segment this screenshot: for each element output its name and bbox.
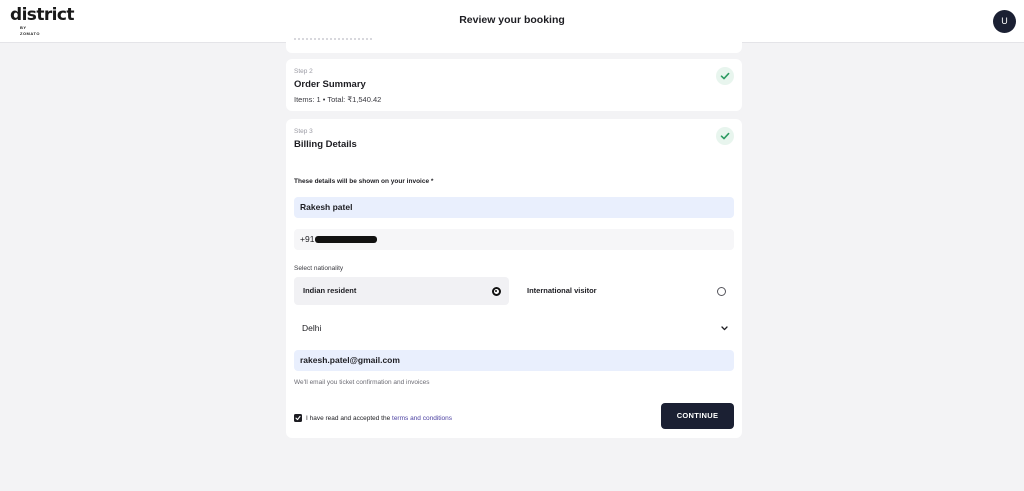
step-3-card: Step 3 Billing Details These details wil… [286, 119, 742, 438]
invoice-hint: These details will be shown on your invo… [294, 178, 434, 185]
email-field[interactable]: rakesh.patel@gmail.com [294, 350, 734, 371]
checkbox-icon[interactable] [294, 414, 302, 423]
step-1-faded-text [294, 37, 372, 40]
option-indian-resident[interactable]: Indian resident [294, 277, 509, 305]
order-summary-meta: Items: 1 • Total: ₹1,540.42 [294, 95, 382, 104]
check-icon [716, 67, 734, 85]
step-2-card[interactable]: Step 2 Order Summary Items: 1 • Total: ₹… [286, 59, 742, 111]
email-note: We'll email you ticket confirmation and … [294, 379, 430, 386]
continue-button[interactable]: CONTINUE [661, 403, 734, 429]
terms-link[interactable]: terms and conditions [392, 415, 452, 422]
step-title: Billing Details [294, 139, 357, 150]
option-label: International visitor [527, 286, 597, 295]
step-title: Order Summary [294, 79, 366, 90]
nationality-label: Select nationality [294, 265, 344, 272]
page-title: Review your booking [459, 14, 565, 26]
terms-row[interactable]: I have read and accepted the terms and c… [294, 414, 452, 424]
option-label: Indian resident [303, 286, 357, 295]
step-label: Step 3 [294, 128, 313, 135]
phone-field[interactable]: +91 [294, 229, 734, 250]
phone-prefix: +91 [300, 234, 315, 244]
step-1-card[interactable] [286, 33, 742, 53]
state-value: Delhi [302, 323, 322, 333]
radio-unselected-icon[interactable] [717, 287, 726, 296]
check-icon [716, 127, 734, 145]
chevron-down-icon [721, 326, 728, 331]
logo-subtext: BY ZOMATO [20, 25, 40, 36]
name-field[interactable]: Rakesh patel [294, 197, 734, 218]
redacted-phone-number [315, 236, 378, 244]
step-label: Step 2 [294, 68, 313, 75]
radio-selected-icon[interactable] [492, 287, 501, 296]
avatar[interactable]: U [993, 10, 1016, 33]
state-select[interactable]: Delhi [294, 318, 734, 339]
option-international-visitor[interactable]: International visitor [518, 277, 734, 305]
terms-text: I have read and accepted the [306, 415, 391, 422]
